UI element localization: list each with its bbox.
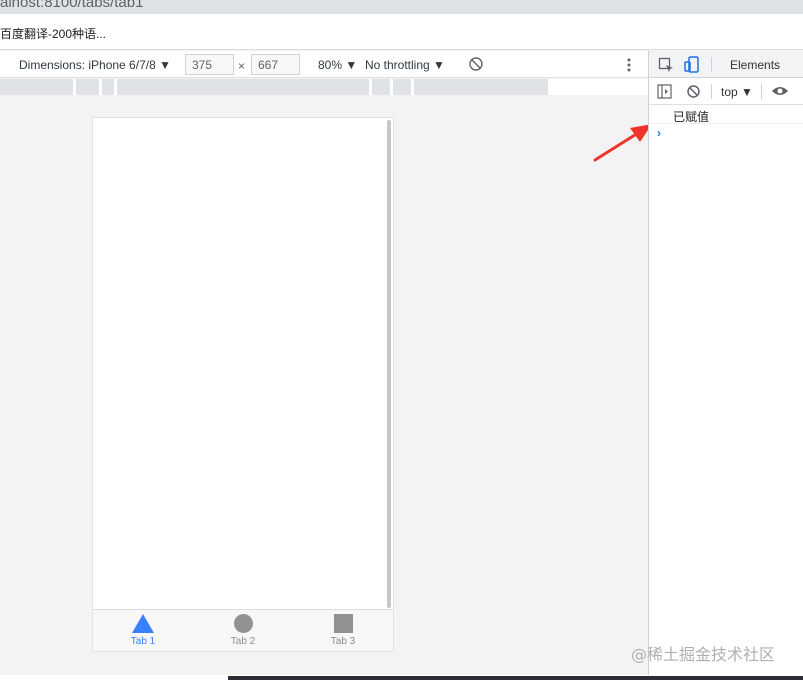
height-input[interactable] xyxy=(251,54,300,75)
context-selector[interactable]: top ▼ xyxy=(721,85,753,99)
triangle-icon xyxy=(132,614,154,633)
address-bar[interactable]: alhost:8100/tabs/tab1 xyxy=(0,0,803,14)
sidebar-toggle-icon[interactable] xyxy=(657,84,672,102)
times-sign: × xyxy=(238,59,246,73)
device-toolbar: Dimensions: iPhone 6/7/8 ▼ × 80% ▼ No th… xyxy=(0,51,648,78)
url-text: alhost:8100/tabs/tab1 xyxy=(0,0,144,11)
tab-3-button[interactable]: Tab 3 xyxy=(293,610,393,651)
eye-icon[interactable] xyxy=(771,84,789,101)
taskbar-strip xyxy=(228,676,803,680)
emulated-device-screen[interactable]: Tab 1 Tab 2 Tab 3 xyxy=(92,117,394,652)
clear-console-icon[interactable] xyxy=(686,84,701,102)
width-input[interactable] xyxy=(185,54,234,75)
tab-bar: Tab 1 Tab 2 Tab 3 xyxy=(93,609,393,651)
tab-3-label: Tab 3 xyxy=(330,636,356,647)
zoom-dropdown[interactable]: 80% ▼ xyxy=(318,58,357,72)
console-message-text: 已赋值 xyxy=(673,110,710,124)
media-query-ruler[interactable] xyxy=(0,79,648,95)
more-options-icon[interactable] xyxy=(626,57,632,76)
console-prompt[interactable]: › xyxy=(657,126,661,140)
devtools-panel: Elements top ▼ 已赋值 › xyxy=(648,51,803,680)
bookmarks-bar: 百度翻译-200种语... xyxy=(0,14,803,50)
tab-1-label: Tab 1 xyxy=(130,636,156,647)
console-message: 已赋值 xyxy=(649,106,803,124)
bookmark-item[interactable]: 百度翻译-200种语... xyxy=(0,25,106,42)
watermark-text: @稀土掘金技术社区 xyxy=(631,645,776,664)
devtools-tab-strip: Elements xyxy=(649,51,803,78)
tab-2-button[interactable]: Tab 2 xyxy=(193,610,293,651)
dimensions-dropdown[interactable]: Dimensions: iPhone 6/7/8 ▼ xyxy=(19,58,171,72)
device-scrollbar[interactable] xyxy=(387,120,391,608)
device-toggle-icon[interactable] xyxy=(684,56,700,76)
tab-elements[interactable]: Elements xyxy=(730,58,780,72)
inspect-element-icon[interactable] xyxy=(658,57,674,76)
throttling-dropdown[interactable]: No throttling ▼ xyxy=(365,58,445,72)
tab-1-button[interactable]: Tab 1 xyxy=(93,610,193,651)
rotate-icon[interactable] xyxy=(468,56,484,75)
ellipse-icon xyxy=(233,614,253,633)
tab-2-label: Tab 2 xyxy=(230,636,256,647)
square-icon xyxy=(333,614,353,633)
console-toolbar: top ▼ xyxy=(649,79,803,105)
